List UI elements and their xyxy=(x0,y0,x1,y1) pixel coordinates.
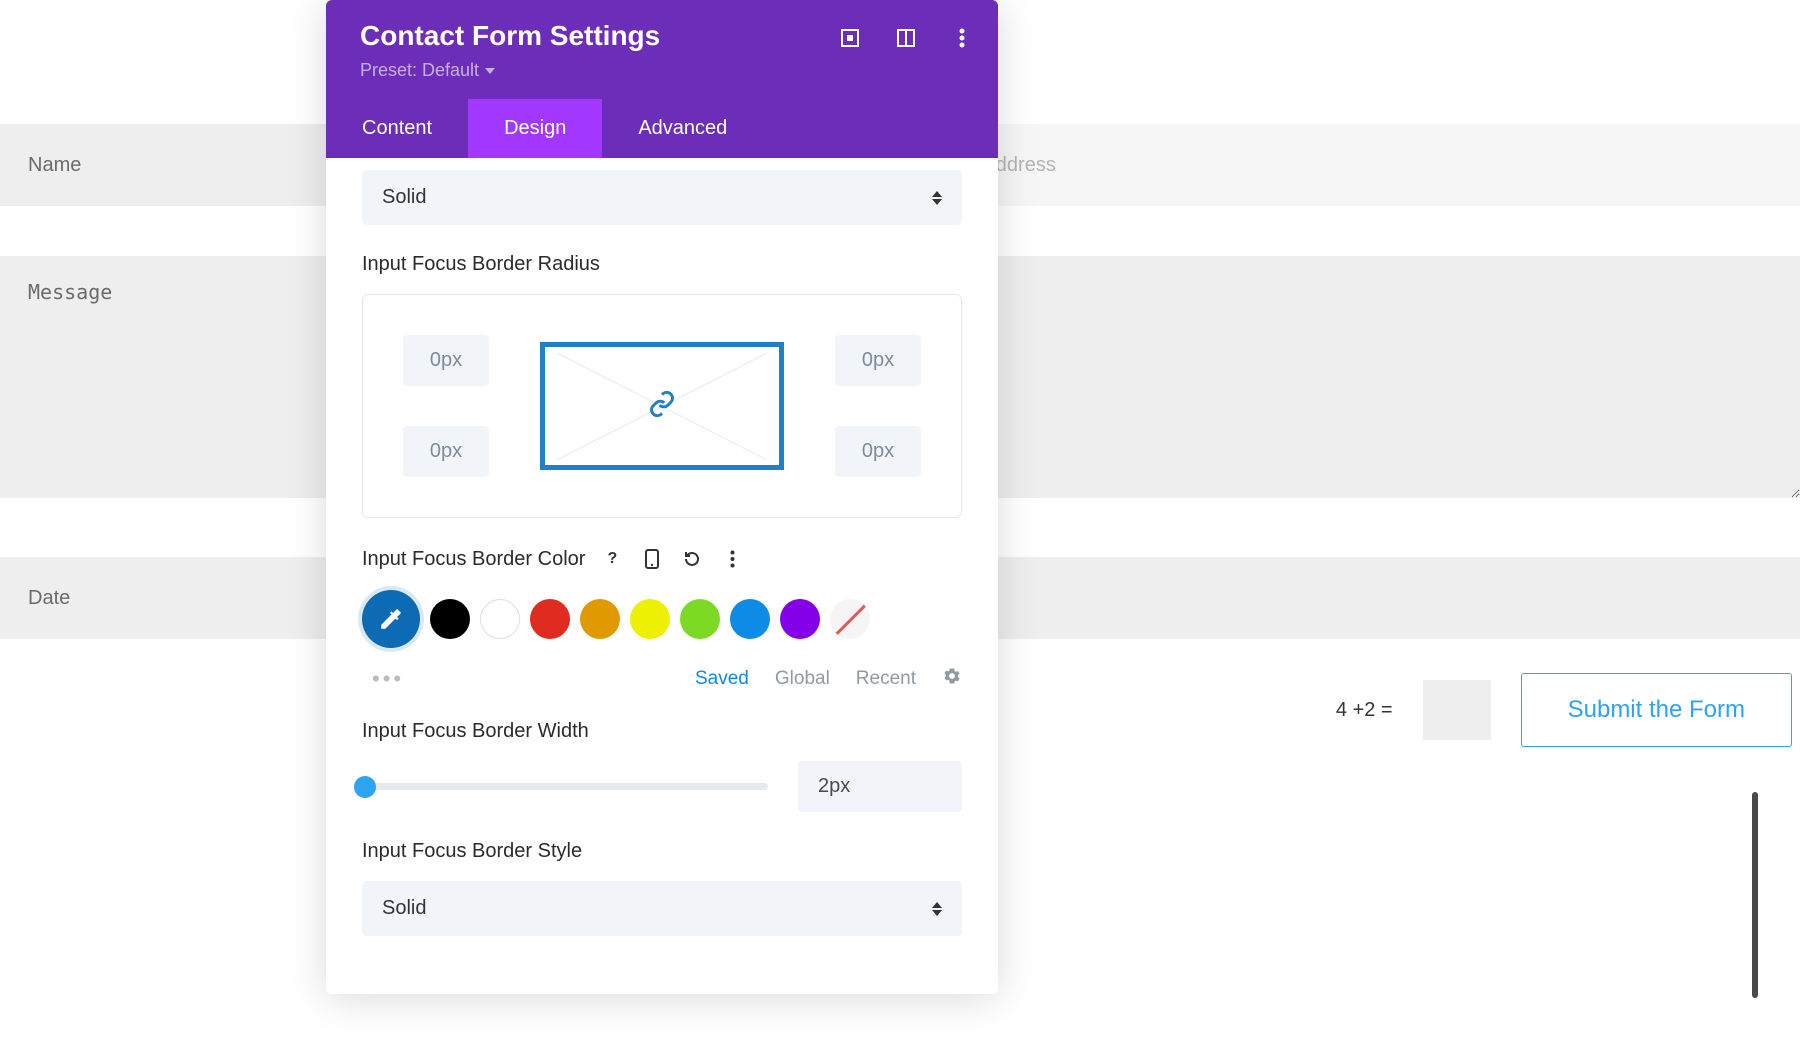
color-tab-global[interactable]: Global xyxy=(775,668,830,690)
border-radius-label: Input Focus Border Radius xyxy=(362,253,962,276)
options-icon[interactable] xyxy=(719,546,745,572)
device-icon[interactable] xyxy=(639,546,665,572)
swatch-purple[interactable] xyxy=(780,599,820,639)
preset-dropdown[interactable]: Preset: Default xyxy=(360,60,964,81)
more-icon[interactable] xyxy=(952,28,972,48)
email-field[interactable] xyxy=(900,124,1800,206)
tab-advanced[interactable]: Advanced xyxy=(602,99,763,158)
captcha-input[interactable] xyxy=(1423,680,1491,740)
border-width-control xyxy=(362,761,962,812)
submit-button[interactable]: Submit the Form xyxy=(1521,673,1792,747)
select-value: Solid xyxy=(382,186,426,209)
panel-header: Contact Form Settings Preset: Default xyxy=(326,0,998,99)
columns-icon[interactable] xyxy=(896,28,916,48)
panel-body: Solid Input Focus Border Radius Input Fo… xyxy=(326,158,998,994)
width-value-input[interactable] xyxy=(798,761,962,812)
border-style-label: Input Focus Border Style xyxy=(362,840,962,863)
color-tab-recent[interactable]: Recent xyxy=(856,668,916,690)
swatch-white[interactable] xyxy=(480,599,520,639)
ellipsis-icon[interactable]: ••• xyxy=(362,666,404,692)
select-arrows-icon xyxy=(932,191,942,205)
caret-down-icon xyxy=(485,68,495,74)
captcha-prompt: 4 +2 = xyxy=(1336,699,1393,722)
border-radius-control xyxy=(362,294,962,518)
eyedropper-button[interactable] xyxy=(362,590,420,648)
header-icons xyxy=(840,28,972,48)
tab-content[interactable]: Content xyxy=(326,99,468,158)
border-width-label: Input Focus Border Width xyxy=(362,720,962,743)
link-icon xyxy=(648,390,676,423)
reset-icon[interactable] xyxy=(679,546,705,572)
border-style-top-select[interactable]: Solid xyxy=(362,170,962,225)
panel-tabs: Content Design Advanced xyxy=(326,99,998,158)
select-arrows-icon xyxy=(932,902,942,916)
swatch-black[interactable] xyxy=(430,599,470,639)
radius-preview-box[interactable] xyxy=(540,342,784,470)
help-icon[interactable]: ? xyxy=(599,546,625,572)
preset-label: Preset: Default xyxy=(360,60,479,81)
swatch-blue[interactable] xyxy=(730,599,770,639)
expand-icon[interactable] xyxy=(840,28,860,48)
radius-bl-input[interactable] xyxy=(403,426,489,477)
border-color-label: Input Focus Border Color ? xyxy=(362,546,962,572)
color-tab-saved[interactable]: Saved xyxy=(695,668,749,690)
settings-panel: Contact Form Settings Preset: Default Co… xyxy=(326,0,998,994)
gear-icon[interactable] xyxy=(942,666,962,692)
radius-tl-input[interactable] xyxy=(403,335,489,386)
tab-design[interactable]: Design xyxy=(468,99,602,158)
swatch-red[interactable] xyxy=(530,599,570,639)
swatch-green[interactable] xyxy=(680,599,720,639)
slider-thumb[interactable] xyxy=(354,776,376,798)
border-style-select[interactable]: Solid xyxy=(362,881,962,936)
swatch-yellow[interactable] xyxy=(630,599,670,639)
select-value: Solid xyxy=(382,897,426,920)
swatch-none[interactable] xyxy=(830,599,870,639)
width-slider[interactable] xyxy=(362,783,768,790)
color-footer: ••• Saved Global Recent xyxy=(362,666,962,692)
swatch-orange[interactable] xyxy=(580,599,620,639)
radius-tr-input[interactable] xyxy=(835,335,921,386)
radius-br-input[interactable] xyxy=(835,426,921,477)
scrollbar[interactable] xyxy=(1752,792,1758,998)
color-swatches xyxy=(362,590,962,648)
